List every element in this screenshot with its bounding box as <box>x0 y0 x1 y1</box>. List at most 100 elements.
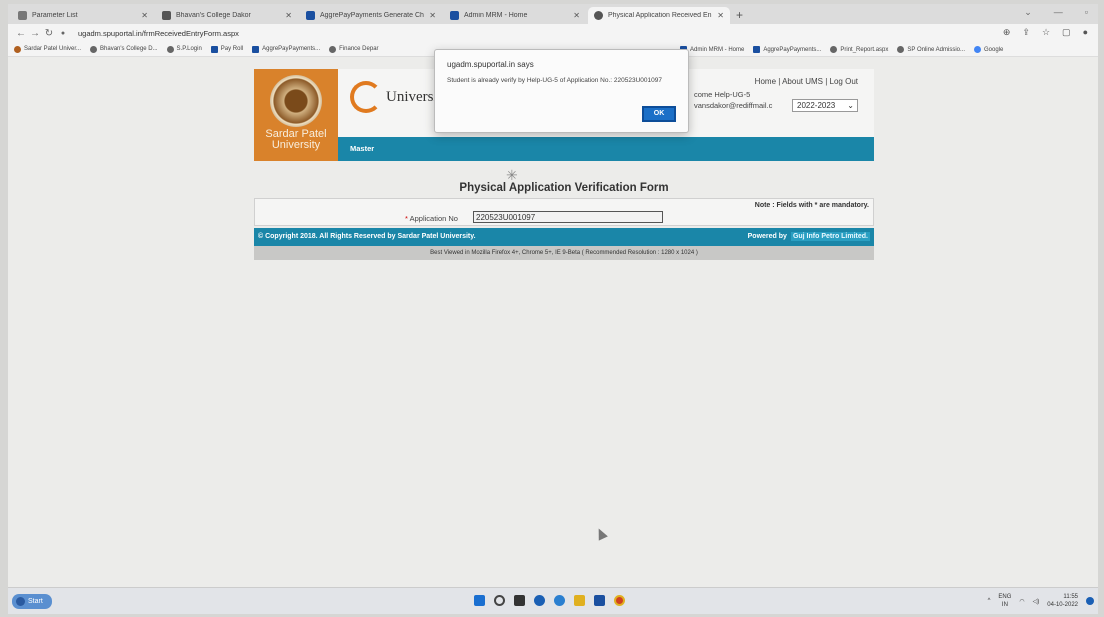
bookmark[interactable]: AggrePayPayments... <box>753 46 821 53</box>
close-tab-icon[interactable]: ✕ <box>717 11 724 20</box>
restore-icon[interactable]: ▫ <box>1085 7 1088 18</box>
profile-icon[interactable]: ● <box>1083 27 1088 38</box>
company-link[interactable]: Guj Info Petro Limited. <box>790 232 870 241</box>
window-controls: ⌄ — ▫ <box>1024 7 1088 18</box>
minimize-icon[interactable]: — <box>1054 7 1063 18</box>
application-no-input[interactable] <box>473 211 663 223</box>
sidebar-icon[interactable]: ▢ <box>1062 27 1071 38</box>
zoom-icon[interactable]: ⊕ <box>1003 27 1011 38</box>
university-seal-icon <box>270 75 322 127</box>
dialog-title: ugadm.spuportal.in says <box>447 60 534 69</box>
tab-label: Admin MRM - Home <box>464 12 528 19</box>
close-tab-icon[interactable]: ✕ <box>573 11 580 20</box>
tab-label: Bhavan's College Dakor <box>176 12 251 19</box>
bookmark[interactable]: S.P.Login <box>166 45 202 53</box>
academic-year-value: 2022-2023 <box>797 101 836 110</box>
bookmark[interactable]: SP Online Admissio... <box>897 46 965 53</box>
forward-icon[interactable]: → <box>28 28 42 39</box>
powered-by-label: Powered by <box>747 233 787 240</box>
favicon-icon <box>162 11 171 20</box>
tab-label: Parameter List <box>32 12 78 19</box>
clock-time: 11:55 <box>1063 594 1078 600</box>
language-indicator[interactable]: ENG IN <box>998 593 1011 609</box>
bookmark-label: Print_Report.aspx <box>840 46 889 53</box>
dialog-message: Student is already verify by Help-UG-5 o… <box>447 77 662 84</box>
taskbar-apps <box>474 595 625 606</box>
browser-tab-active[interactable]: Physical Application Received En ✕ <box>588 7 730 24</box>
application-no-label-text: Application No <box>409 214 458 223</box>
bookmark[interactable]: Finance Depar <box>329 45 379 53</box>
site-footer: © Copyright 2018. All Rights Reserved by… <box>254 228 874 246</box>
volume-icon[interactable]: ◁) <box>1033 598 1040 605</box>
ok-button[interactable]: OK <box>642 106 676 122</box>
edge-icon[interactable] <box>554 595 565 606</box>
clock[interactable]: 11:55 04-10-2022 <box>1047 593 1078 609</box>
bookmark[interactable]: Google <box>974 46 1003 53</box>
reload-icon[interactable]: ↻ <box>42 28 56 39</box>
favicon-icon <box>450 11 459 20</box>
chat-icon[interactable] <box>534 595 545 606</box>
tab-search-icon[interactable]: ⌄ <box>1024 7 1032 18</box>
academic-year-select[interactable]: 2022-2023 ⌄ <box>792 99 858 112</box>
chrome-icon[interactable] <box>614 595 625 606</box>
page-content: Sardar Patel University Universit Home |… <box>8 57 1098 587</box>
star-icon[interactable]: ☆ <box>1042 27 1050 38</box>
bookmarks-right: Admin MRM - Home AggrePayPayments... Pri… <box>680 42 1012 57</box>
language-code: ENG <box>998 594 1012 600</box>
header-links[interactable]: Home | About UMS | Log Out <box>755 77 858 86</box>
required-mark: * <box>405 214 408 223</box>
application-no-label: * Application No <box>405 214 458 223</box>
close-tab-icon[interactable]: ✕ <box>285 11 292 20</box>
bookmark-icon <box>90 45 98 53</box>
alert-dialog: ugadm.spuportal.in says Student is alrea… <box>434 49 689 133</box>
new-tab-button[interactable]: + <box>736 7 743 24</box>
bookmark-label: AggrePayPayments... <box>262 46 321 52</box>
bookmark-label: SP Online Admissio... <box>907 46 965 53</box>
close-tab-icon[interactable]: ✕ <box>141 11 148 20</box>
bookmark[interactable]: Pay Roll <box>210 45 243 53</box>
best-viewed-note: Best Viewed in Mozilla Firefox 4+, Chrom… <box>254 246 874 260</box>
bookmark[interactable]: Bhavan's College D... <box>90 45 158 53</box>
tab-label: AggrePayPayments Generate Ch <box>320 12 424 19</box>
bookmark-icon <box>14 45 21 53</box>
browser-tab[interactable]: AggrePayPayments Generate Ch ✕ <box>300 7 442 24</box>
clock-date: 04-10-2022 <box>1047 602 1078 608</box>
bookmark-label: Finance Depar <box>339 46 379 52</box>
bookmark[interactable]: Sardar Patel Univer... <box>14 45 81 53</box>
browser-tab[interactable]: Parameter List ✕ <box>12 7 154 24</box>
windows-icon[interactable] <box>474 595 485 606</box>
show-hidden-icons-icon[interactable]: ^ <box>988 598 991 604</box>
wifi-icon[interactable]: ◠ <box>1019 598 1024 605</box>
browser-tab-strip: Parameter List ✕ Bhavan's College Dakor … <box>8 4 1098 24</box>
favicon-icon <box>306 11 315 20</box>
store-icon[interactable] <box>594 595 605 606</box>
task-view-icon[interactable] <box>514 595 525 606</box>
chevron-down-icon: ⌄ <box>847 101 854 110</box>
brand: Universit <box>350 81 442 113</box>
notification-icon[interactable] <box>1086 597 1094 605</box>
file-explorer-icon[interactable] <box>574 595 585 606</box>
bookmark-icon <box>210 45 218 53</box>
bookmark[interactable]: Admin MRM - Home <box>680 46 744 53</box>
share-icon[interactable]: ⇪ <box>1022 27 1030 38</box>
favicon-icon <box>18 11 27 20</box>
taskbar: Start ^ ENG IN ◠ ◁) 11:55 04-10-2022 <box>8 587 1098 614</box>
url-field[interactable]: ugadm.spuportal.in/frmReceivedEntryForm.… <box>78 29 239 38</box>
bookmark-label: AggrePayPayments... <box>763 46 822 53</box>
back-icon[interactable]: ← <box>14 28 28 39</box>
bookmark[interactable]: AggrePayPayments... <box>252 45 321 53</box>
menu-item-master[interactable]: Master <box>350 144 374 153</box>
lock-icon[interactable]: ● <box>56 30 70 37</box>
form-panel: Note : Fields with * are mandatory. * Ap… <box>254 198 874 226</box>
welcome-user: come Help-UG-5 <box>694 90 751 99</box>
start-label: Start <box>28 598 43 605</box>
start-button[interactable]: Start <box>12 594 52 609</box>
bookmark[interactable]: Print_Report.aspx <box>830 46 888 53</box>
search-icon[interactable] <box>494 595 505 606</box>
tab-label: Physical Application Received En <box>608 12 712 19</box>
browser-tab[interactable]: Admin MRM - Home ✕ <box>444 7 586 24</box>
university-logo[interactable]: Sardar Patel University <box>254 69 338 161</box>
close-tab-icon[interactable]: ✕ <box>429 11 436 20</box>
bookmark-label: Admin MRM - Home <box>690 46 745 53</box>
browser-tab[interactable]: Bhavan's College Dakor ✕ <box>156 7 298 24</box>
